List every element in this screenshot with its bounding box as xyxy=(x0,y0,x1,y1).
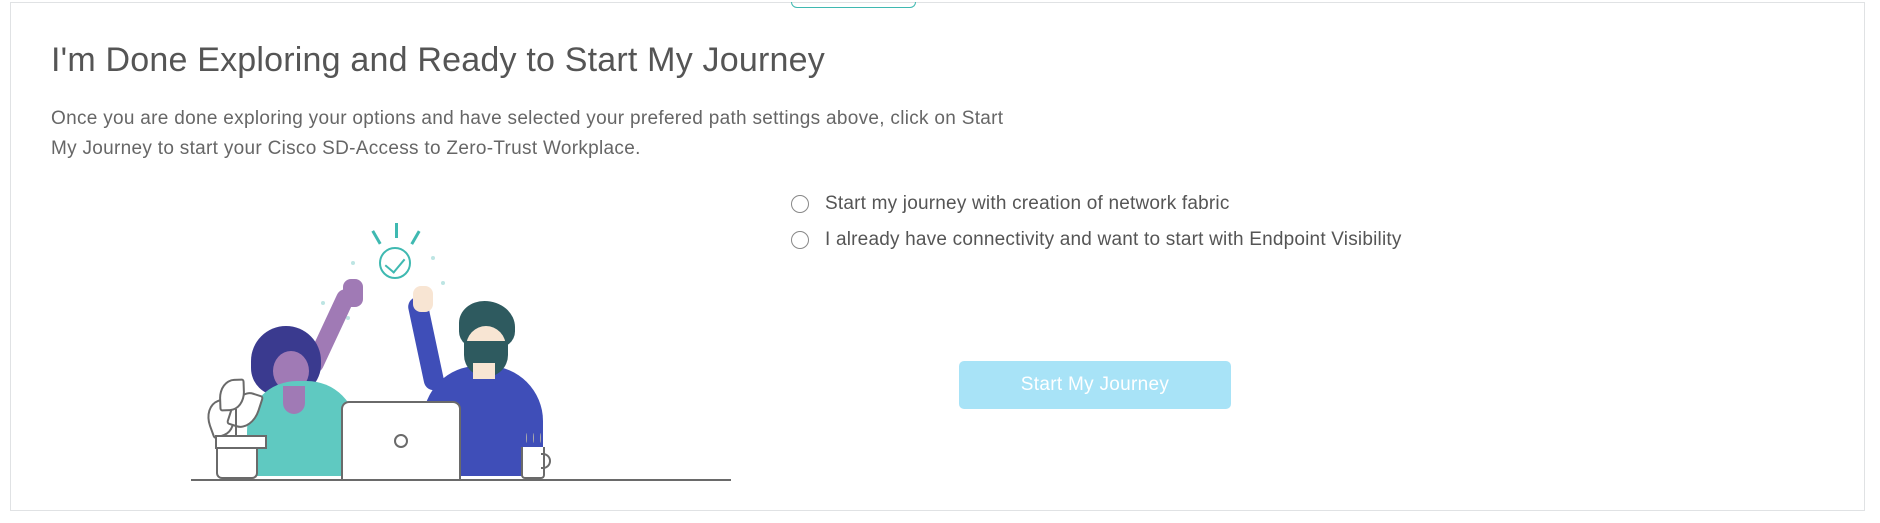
plant-icon xyxy=(216,443,258,479)
start-my-journey-button[interactable]: Start My Journey xyxy=(959,361,1231,409)
journey-options: Start my journey with creation of networ… xyxy=(791,193,1402,409)
celebration-illustration xyxy=(191,201,731,481)
check-icon xyxy=(379,247,411,279)
radio-option-endpoint-visibility[interactable]: I already have connectivity and want to … xyxy=(791,229,1402,251)
content-row: Start my journey with creation of networ… xyxy=(51,201,1824,481)
radio-label: I already have connectivity and want to … xyxy=(825,229,1402,251)
section-description: Once you are done exploring your options… xyxy=(51,104,1011,165)
laptop-icon xyxy=(341,401,461,479)
journey-card: I'm Done Exploring and Ready to Start My… xyxy=(10,2,1865,511)
radio-option-network-fabric[interactable]: Start my journey with creation of networ… xyxy=(791,193,1402,215)
top-accent-pill xyxy=(791,2,916,8)
section-heading: I'm Done Exploring and Ready to Start My… xyxy=(51,41,1824,80)
radio-icon xyxy=(791,231,809,249)
radio-label: Start my journey with creation of networ… xyxy=(825,193,1230,215)
radio-icon xyxy=(791,195,809,213)
